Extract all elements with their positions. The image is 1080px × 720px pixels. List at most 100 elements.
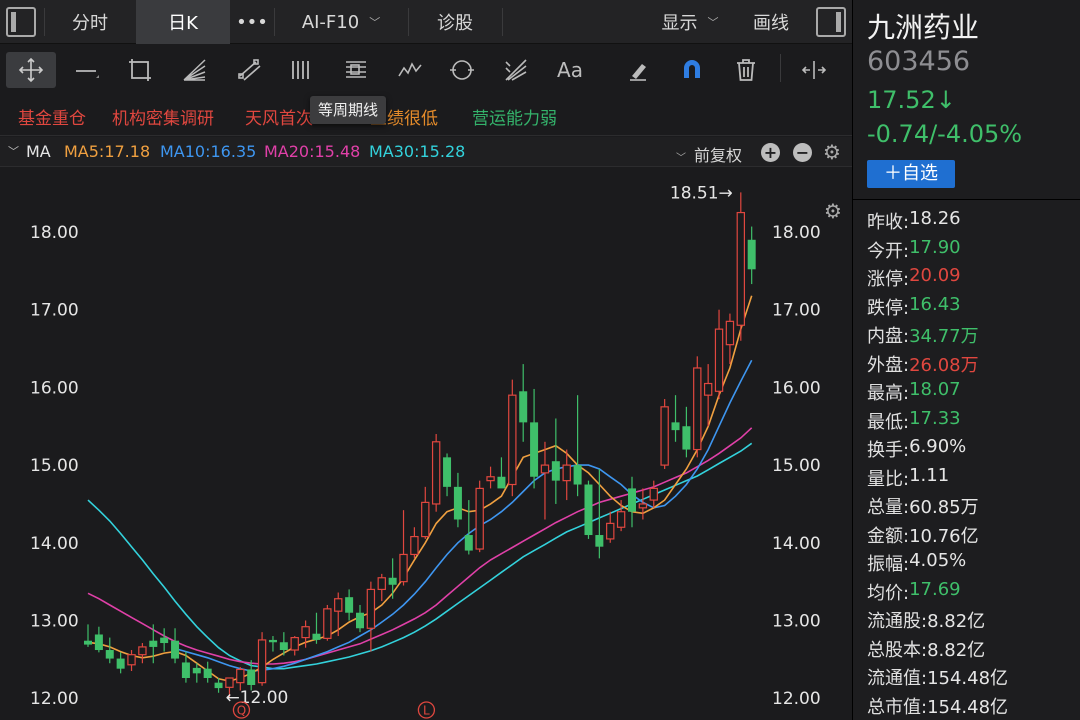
left-panel-toggle-icon[interactable]	[6, 7, 36, 37]
candle-body-down	[682, 426, 691, 450]
candle-body-down	[279, 642, 288, 651]
rectangle-icon[interactable]	[122, 52, 158, 88]
event-marker-letter: L	[423, 704, 430, 718]
ma30-value: MA30:15.28	[369, 142, 466, 161]
candle-body-down	[214, 682, 223, 689]
kline-chart[interactable]: 18.00 17.00 16.00 15.00 14.00 13.00 12.00 18.0…	[0, 168, 852, 720]
stat-row: 金额: 10.76亿	[867, 522, 979, 550]
candle-body-down	[116, 658, 125, 669]
stat-label: 跌停:	[867, 297, 910, 319]
stat-value: 154.48亿	[927, 668, 1009, 689]
stat-value: 26.08万	[909, 354, 979, 376]
stat-row: 昨收: 18.26	[867, 208, 961, 236]
candle-body-down	[388, 577, 397, 585]
horizontal-expand-icon[interactable]	[796, 52, 832, 88]
candle-body-up	[693, 367, 702, 451]
y-tick-label-left: 16.00	[30, 378, 79, 398]
chevron-down-icon[interactable]: ﹀	[8, 143, 19, 159]
candle-body-up	[703, 382, 713, 396]
candle-body-down	[247, 669, 256, 685]
text-icon[interactable]: Aa	[552, 52, 588, 88]
candle-body-up	[714, 328, 724, 392]
y-tick-label-right: 17.00	[772, 301, 821, 321]
tab-daily-k[interactable]: 日K	[136, 0, 230, 44]
chevron-down-icon: ﹀	[707, 16, 719, 29]
candle-body-down	[584, 484, 593, 536]
stat-label: 振幅:	[867, 554, 910, 575]
more-periods-button[interactable]: •••	[232, 0, 272, 44]
trash-icon[interactable]	[728, 52, 764, 88]
candle-body-down	[628, 488, 636, 512]
y-axis-right: 18.00 17.00 16.00 15.00 14.00 13.00 12.00	[772, 223, 821, 709]
gear-icon[interactable]: ⚙	[823, 140, 841, 164]
tag-tianfeng-initiation[interactable]: 天风首次	[245, 104, 313, 129]
draw-line-button[interactable]: 画线	[740, 0, 802, 44]
eraser-icon[interactable]	[620, 52, 656, 88]
candle-body-down	[345, 597, 354, 613]
remove-indicator-icon[interactable]: −	[793, 143, 812, 162]
candle-body-up	[638, 503, 648, 509]
candle-body-down	[530, 422, 539, 477]
candle-body-down	[671, 422, 680, 431]
display-menu-label: 显示	[661, 13, 698, 34]
fan-lines-icon[interactable]	[176, 52, 212, 88]
stat-row: 最低: 17.33	[867, 408, 961, 436]
stat-row: 外盘: 26.08万	[867, 351, 979, 379]
candle-body-up	[475, 487, 484, 550]
stat-value: 60.85万	[909, 497, 979, 518]
stat-value: 20.09	[909, 265, 961, 286]
y-tick-label-right: 13.00	[772, 612, 821, 632]
tab-intraday[interactable]: 分时	[46, 0, 134, 44]
tab-ai-f10-label: AI-F10	[301, 11, 360, 33]
y-tick-label-right: 15.00	[772, 456, 821, 476]
tab-ai-f10[interactable]: AI-F10 ﹀	[276, 0, 406, 44]
ma-label[interactable]: MA	[26, 142, 51, 161]
divider	[408, 8, 409, 36]
tag-weak-operations[interactable]: 营运能力弱	[472, 104, 557, 129]
add-to-watchlist-button[interactable]: ＋自选	[867, 160, 955, 188]
candle-body-up	[138, 646, 147, 656]
stat-label: 总市值:	[867, 696, 928, 718]
divider	[44, 8, 45, 36]
y-tick-label-left: 13.00	[30, 612, 79, 632]
tag-institution-research[interactable]: 机构密集调研	[112, 104, 214, 129]
add-indicator-icon[interactable]: +	[761, 143, 780, 162]
candle-body-down	[84, 640, 92, 645]
stat-label: 昨收:	[867, 212, 910, 233]
stat-row: 总股本: 8.82亿	[867, 636, 985, 664]
stat-row: 涨停: 20.09	[867, 265, 961, 293]
line-segment-icon[interactable]	[68, 52, 104, 88]
candle-body-down	[497, 476, 506, 489]
adjust-mode-select[interactable]: ﹀ 前复权	[676, 142, 742, 166]
candle-body-up	[301, 626, 310, 639]
candle-body-down	[356, 612, 364, 629]
stat-row: 均价: 17.69	[867, 579, 961, 607]
cycle-icon[interactable]	[444, 52, 480, 88]
stat-label: 最高:	[867, 383, 910, 404]
ma30-line	[87, 442, 753, 670]
ma20-value: MA20:15.48	[264, 142, 361, 161]
display-menu[interactable]: 显示 ﹀	[640, 0, 740, 44]
crosshair-move-icon[interactable]	[6, 52, 56, 88]
candle-body-up	[225, 677, 234, 688]
wave-icon[interactable]	[392, 52, 428, 88]
stat-label: 最低:	[867, 411, 910, 433]
chevron-down-icon: ﹀	[676, 153, 686, 164]
candle-body-up	[486, 476, 495, 482]
fibonacci-icon[interactable]	[338, 52, 374, 88]
channel-icon[interactable]	[232, 52, 268, 88]
stat-value: 1.11	[909, 464, 950, 486]
tag-fund-holdings[interactable]: 基金重仓	[18, 104, 86, 129]
gann-icon[interactable]	[498, 52, 534, 88]
stat-label: 流通股:	[867, 611, 928, 632]
period-lines-icon[interactable]	[284, 52, 320, 88]
ma5-value: MA5:17.18	[64, 142, 151, 161]
stat-label: 今开:	[867, 240, 910, 262]
stat-row: 跌停: 16.43	[867, 294, 961, 322]
magnet-icon[interactable]	[674, 52, 710, 88]
stock-tags-bar: 基金重仓 机构密集调研 天风首次 业绩很低 营运能力弱 ⚙	[0, 96, 852, 222]
right-panel-toggle-icon[interactable]	[816, 7, 846, 37]
candles	[84, 192, 756, 699]
y-tick-label-left: 12.00	[30, 689, 79, 709]
tab-diagnose[interactable]: 诊股	[410, 0, 500, 44]
